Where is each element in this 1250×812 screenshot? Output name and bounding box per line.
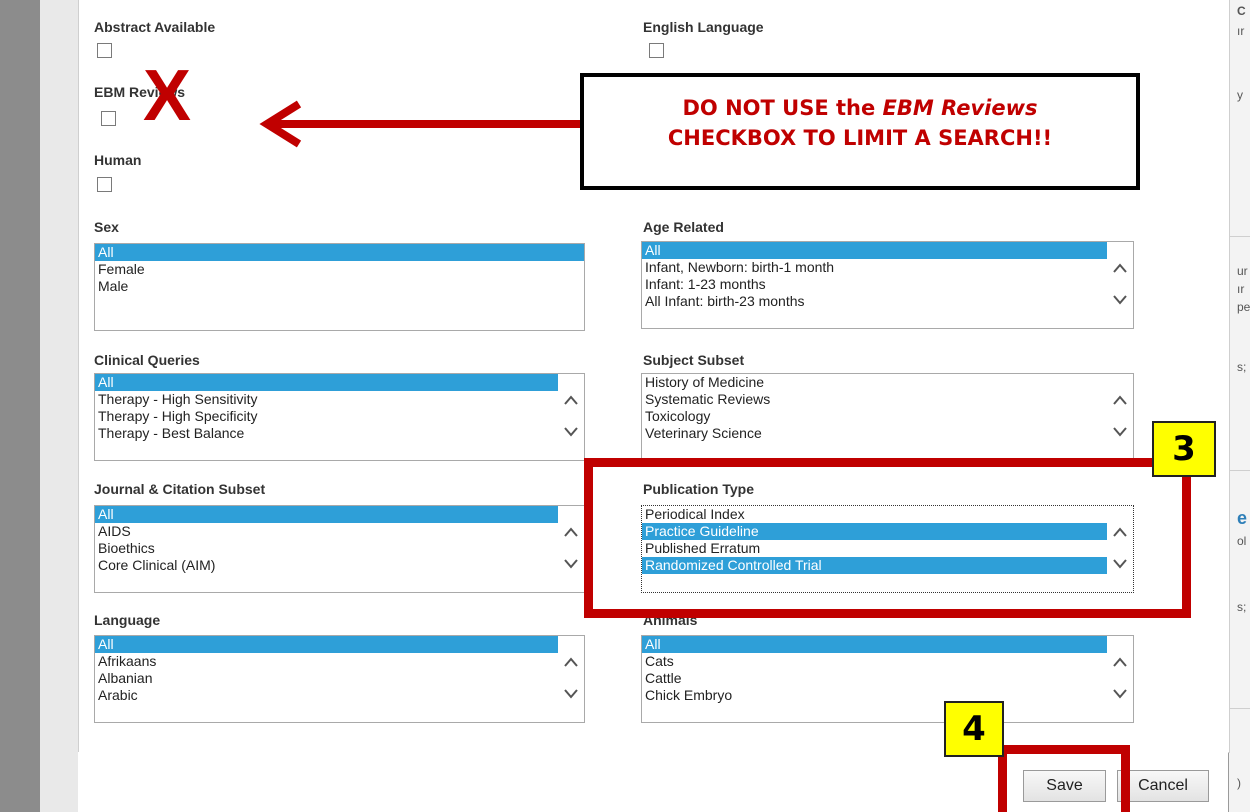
human-checkbox[interactable] [97,177,112,192]
warning-callout: DO NOT USE the EBM Reviews CHECKBOX TO L… [580,73,1140,190]
list-option[interactable]: All [95,636,558,653]
subject-subset-label: Subject Subset [643,352,745,368]
callout-line-2: CHECKBOX TO LIMIT A SEARCH!! [667,126,1053,150]
chevron-up-icon[interactable] [564,394,578,406]
list-option[interactable]: Core Clinical (AIM) [95,557,558,574]
animals-listbox[interactable]: All Cats Cattle Chick Embryo [641,635,1134,723]
list-option[interactable]: Albanian [95,670,558,687]
sex-label: Sex [94,219,119,235]
english-language-label: English Language [643,19,764,35]
list-option[interactable]: Afrikaans [95,653,558,670]
divider [1229,470,1250,471]
callout-emphasis: EBM Reviews [882,96,1038,120]
chevron-up-icon[interactable] [1113,656,1127,668]
chevron-down-icon[interactable] [564,426,578,438]
sex-listbox[interactable]: All Female Male [94,243,585,331]
list-option[interactable]: AIDS [95,523,558,540]
list-option[interactable]: History of Medicine [642,374,1107,391]
step-4-badge: 4 [944,701,1004,757]
bg-fragment: ır [1237,282,1245,296]
english-language-checkbox[interactable] [649,43,664,58]
list-option[interactable]: Therapy - High Specificity [95,408,558,425]
arrow-left-icon [259,100,585,148]
bg-fragment: ) [1237,776,1241,790]
age-related-listbox[interactable]: All Infant, Newborn: birth-1 month Infan… [641,241,1134,329]
bg-fragment: ur [1237,264,1248,278]
chevron-down-icon[interactable] [564,558,578,570]
red-x-mark: X [143,56,192,136]
journal-citation-subset-listbox[interactable]: All AIDS Bioethics Core Clinical (AIM) [94,505,585,593]
list-option[interactable]: Veterinary Science [642,425,1107,442]
bg-fragment: pe [1237,300,1250,314]
list-option[interactable]: Cats [642,653,1107,670]
chevron-down-icon[interactable] [1113,688,1127,700]
abstract-available-checkbox[interactable] [97,43,112,58]
list-option[interactable]: Toxicology [642,408,1107,425]
background-page-left [0,0,40,812]
subject-subset-listbox[interactable]: History of Medicine Systematic Reviews T… [641,373,1134,461]
list-option[interactable]: Arabic [95,687,558,704]
bg-fragment: C [1237,4,1246,18]
journal-citation-subset-label: Journal & Citation Subset [94,481,266,497]
list-option[interactable]: Infant: 1-23 months [642,276,1107,293]
divider [1229,236,1250,237]
list-option[interactable]: All Infant: birth-23 months [642,293,1107,310]
chevron-up-icon[interactable] [1113,394,1127,406]
callout-line-1: DO NOT USE the EBM Reviews [584,93,1136,123]
bg-fragment: s; [1237,360,1247,374]
ebm-reviews-checkbox[interactable] [101,111,116,126]
list-option[interactable]: Female [95,261,584,278]
list-option[interactable]: All [95,244,584,261]
scrollbar[interactable] [1107,636,1133,722]
list-option[interactable]: All [95,506,558,523]
clinical-queries-label: Clinical Queries [94,352,200,368]
list-option[interactable]: Infant, Newborn: birth-1 month [642,259,1107,276]
divider [1229,708,1250,709]
list-option[interactable]: Cattle [642,670,1107,687]
clinical-queries-listbox[interactable]: All Therapy - High Sensitivity Therapy -… [94,373,585,461]
save-highlight [998,745,1130,812]
bg-fragment: ol [1237,534,1247,548]
chevron-up-icon[interactable] [1113,262,1127,274]
age-related-label: Age Related [643,219,724,235]
list-option[interactable]: Bioethics [95,540,558,557]
bg-fragment: s; [1237,600,1247,614]
list-option[interactable]: All [95,374,558,391]
list-option[interactable]: Male [95,278,584,295]
list-option[interactable]: Therapy - Best Balance [95,425,558,442]
list-option[interactable]: Therapy - High Sensitivity [95,391,558,408]
chevron-up-icon[interactable] [564,526,578,538]
step-3-badge: 3 [1152,421,1216,477]
chevron-down-icon[interactable] [1113,294,1127,306]
chevron-up-icon[interactable] [564,656,578,668]
list-option[interactable]: Chick Embryo [642,687,1107,704]
chevron-down-icon[interactable] [564,688,578,700]
scrollbar[interactable] [1107,242,1133,328]
bg-fragment: e [1237,508,1248,528]
cancel-button[interactable]: Cancel [1117,770,1209,802]
scrollbar[interactable] [558,506,584,592]
bg-fragment: y [1237,88,1243,102]
list-option[interactable]: Systematic Reviews [642,391,1107,408]
scrollbar[interactable] [558,374,584,460]
list-option[interactable]: All [642,242,1107,259]
language-label: Language [94,612,161,628]
scrollbar[interactable] [558,636,584,722]
publication-type-highlight [584,458,1191,618]
human-label: Human [94,152,142,168]
bg-fragment: ır [1237,24,1245,38]
scrollbar[interactable] [1107,374,1133,460]
callout-prefix: DO NOT USE the [682,96,883,120]
background-page-right: C ır y ur ır pe s; e ol s; ) [1228,0,1250,812]
abstract-available-label: Abstract Available [94,19,216,35]
list-option[interactable]: All [642,636,1107,653]
chevron-down-icon[interactable] [1113,426,1127,438]
language-listbox[interactable]: All Afrikaans Albanian Arabic [94,635,585,723]
background-page-gutter [40,0,78,812]
